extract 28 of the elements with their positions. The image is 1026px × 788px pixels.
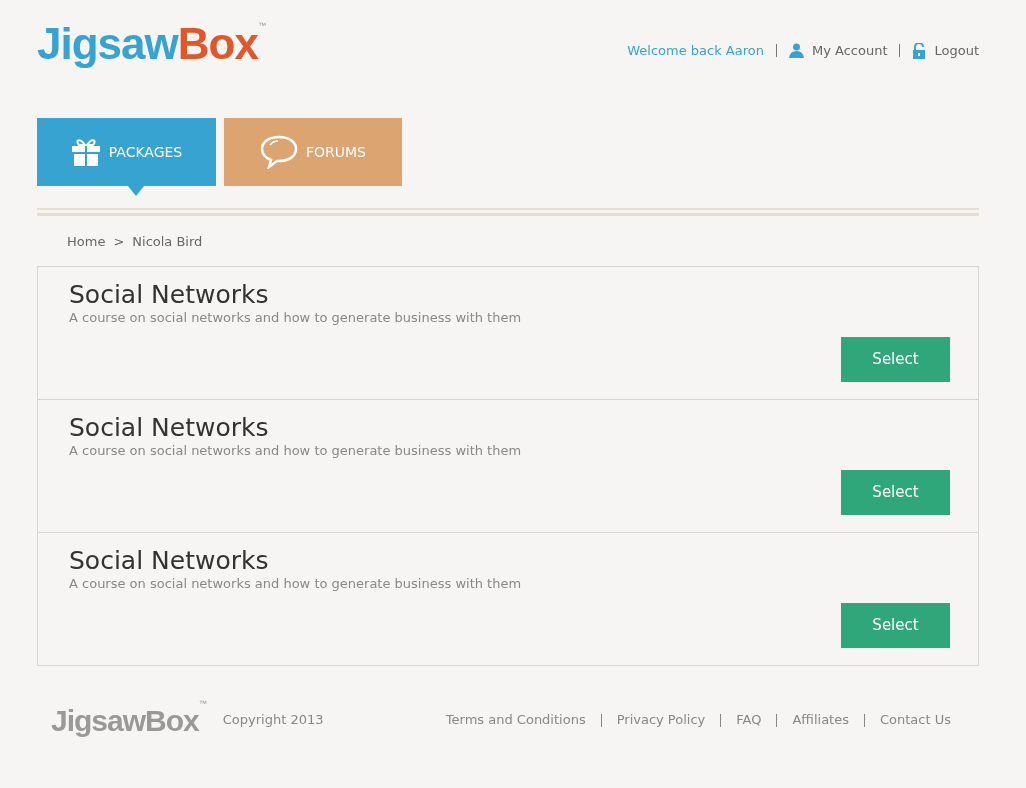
select-button[interactable]: Select [841, 602, 950, 648]
select-button[interactable]: Select [841, 469, 950, 515]
logo[interactable]: JigsawBox™ [37, 22, 266, 66]
nav-tab[interactable]: FORUMS [224, 118, 402, 186]
course-title: Social Networks [69, 413, 270, 441]
footer-logo[interactable]: JigsawBox™ [51, 697, 207, 743]
footer-link[interactable]: Contact Us [880, 710, 951, 730]
course-title: Social Networks [69, 546, 270, 574]
breadcrumb-separator: > [113, 233, 125, 251]
breadcrumb-current: Nicola Bird [132, 233, 203, 251]
course-description: A course on social networks and how to generate business with them [69, 442, 523, 460]
copyright-text: Copyright 2013 [222, 711, 324, 730]
account-link[interactable]: My Account [788, 41, 888, 61]
footer-link[interactable]: Terms and Conditions [445, 710, 586, 730]
breadcrumb-link[interactable]: Home [67, 232, 106, 252]
footer-link[interactable]: FAQ [736, 710, 762, 730]
course-description: A course on social networks and how to generate business with them [69, 309, 523, 327]
logout-link[interactable]: Logout [912, 41, 979, 61]
footer-link[interactable]: Privacy Policy [616, 710, 706, 730]
gift-icon [70, 137, 101, 167]
speech-bubble-icon [260, 135, 298, 169]
course-title: Social Networks [69, 280, 270, 308]
footer-link[interactable]: Affiliates [792, 710, 849, 730]
select-button[interactable]: Select [841, 336, 950, 382]
unlocked-padlock-icon [912, 42, 927, 59]
user-icon [788, 43, 804, 59]
welcome-text: Welcome back Aaron [627, 42, 764, 60]
course-description: A course on social networks and how to generate business with them [69, 575, 523, 593]
